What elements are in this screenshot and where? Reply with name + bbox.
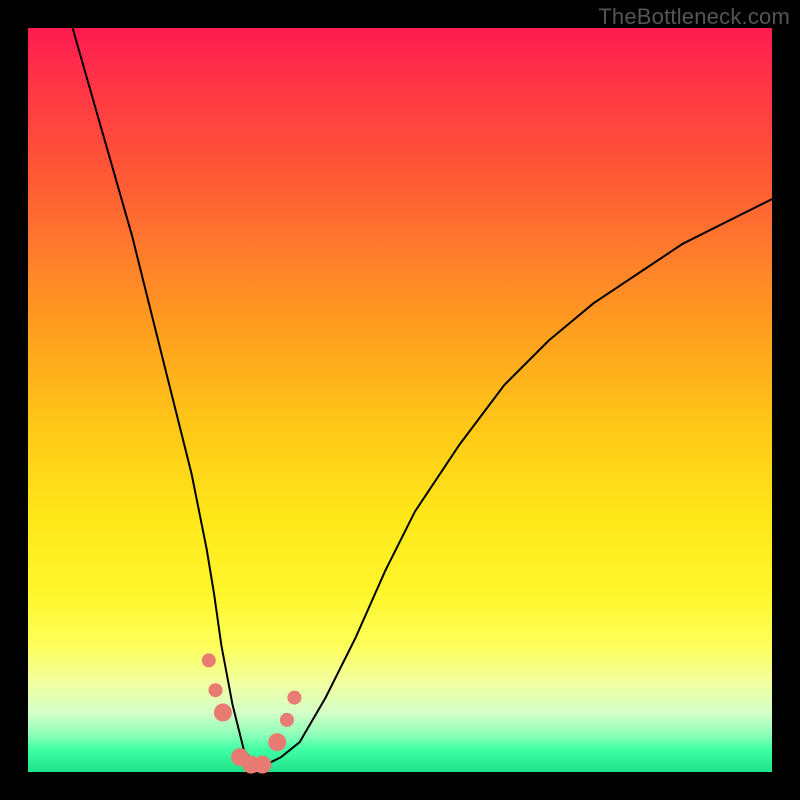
data-marker [202, 653, 216, 667]
watermark-text: TheBottleneck.com [598, 4, 790, 30]
data-marker [253, 756, 271, 774]
data-marker [268, 733, 286, 751]
data-marker [280, 713, 294, 727]
chart-svg [28, 28, 772, 772]
data-marker [214, 704, 232, 722]
marker-group [202, 653, 302, 773]
bottleneck-curve-line [73, 28, 772, 765]
gradient-plot-area [28, 28, 772, 772]
data-marker [287, 691, 301, 705]
data-marker [209, 683, 223, 697]
